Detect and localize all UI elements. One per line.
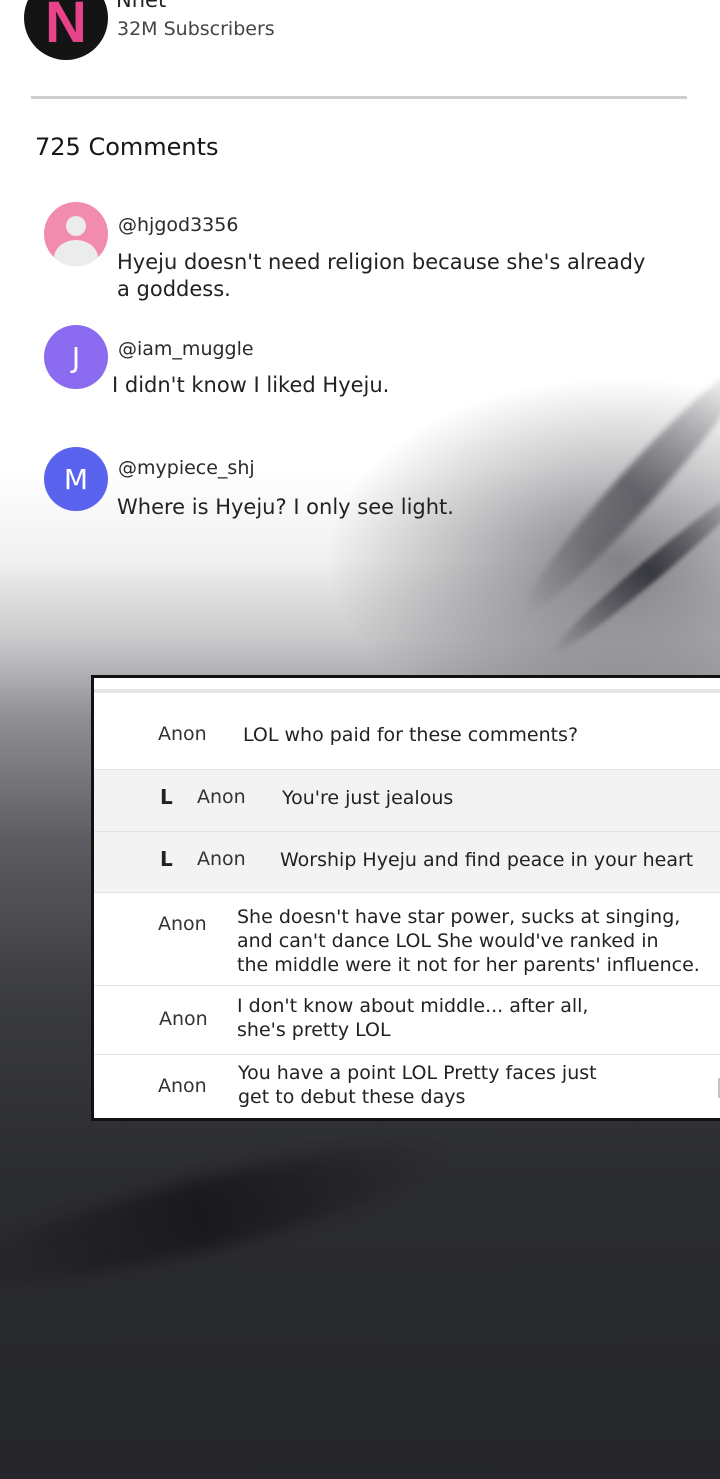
avatar-letter: M	[63, 462, 89, 496]
avatar[interactable]: M	[44, 447, 108, 511]
channel-logo-icon: N	[45, 0, 87, 55]
page-background: N Nnet 32M Subscribers 725 Comments @hjg…	[0, 0, 720, 1479]
thread-row[interactable]: Anon LOL who paid for these comments?	[94, 696, 720, 769]
thread-message: LOL who paid for these comments?	[243, 724, 579, 746]
comment-handle[interactable]: @mypiece_shj	[118, 457, 255, 479]
reply-arrow-icon: L	[160, 847, 173, 871]
comment-text: I didn't know I liked Hyeju.	[112, 373, 390, 397]
person-icon	[66, 216, 86, 236]
comment-handle[interactable]: @hjgod3356	[118, 214, 238, 236]
comment-handle[interactable]: @iam_muggle	[118, 338, 254, 360]
channel-name[interactable]: Nnet	[116, 0, 166, 12]
comment-text: Where is Hyeju? I only see light.	[117, 495, 454, 519]
avatar[interactable]	[44, 202, 108, 266]
ink-streak	[509, 353, 720, 627]
avatar-letter: J	[71, 340, 81, 374]
thread-author: Anon	[158, 723, 207, 745]
anon-thread-panel: Anon LOL who paid for these comments? L …	[91, 675, 720, 1121]
thread-author: Anon	[158, 1075, 207, 1097]
thread-message: She doesn't have star power, sucks at si…	[237, 906, 700, 976]
thread-message: You have a point LOL Pretty faces just g…	[238, 1062, 597, 1108]
thread-reply-row[interactable]: L Anon You're just jealous	[94, 769, 720, 831]
divider	[31, 96, 687, 99]
reply-arrow-icon: L	[160, 785, 173, 809]
thread-author: Anon	[158, 913, 207, 935]
subscriber-count: 32M Subscribers	[117, 18, 275, 40]
thread-message: Worship Hyeju and find peace in your hea…	[280, 849, 694, 871]
thread-message: You're just jealous	[282, 787, 454, 809]
comments-count: 725 Comments	[35, 133, 219, 161]
thread-message: I don't know about middle... after all, …	[237, 995, 589, 1041]
ink-streak	[543, 479, 720, 663]
comment-text: Hyeju doesn't need religion because she'…	[117, 250, 646, 301]
channel-avatar[interactable]: N	[24, 0, 108, 60]
ink-streak	[0, 1118, 461, 1312]
person-body-icon	[54, 240, 98, 266]
thread-author: Anon	[197, 848, 246, 870]
thread-row[interactable]: Anon I don't know about middle... after …	[94, 985, 720, 1054]
thread-row[interactable]: Anon You have a point LOL Pretty faces j…	[94, 1054, 720, 1118]
panel-top-bar	[94, 689, 720, 693]
thread-reply-row[interactable]: L Anon Worship Hyeju and find peace in y…	[94, 831, 720, 892]
thread-author: Anon	[197, 786, 246, 808]
avatar[interactable]: J	[44, 325, 108, 389]
thread-author: Anon	[159, 1008, 208, 1030]
thread-row[interactable]: Anon She doesn't have star power, sucks …	[94, 892, 720, 985]
